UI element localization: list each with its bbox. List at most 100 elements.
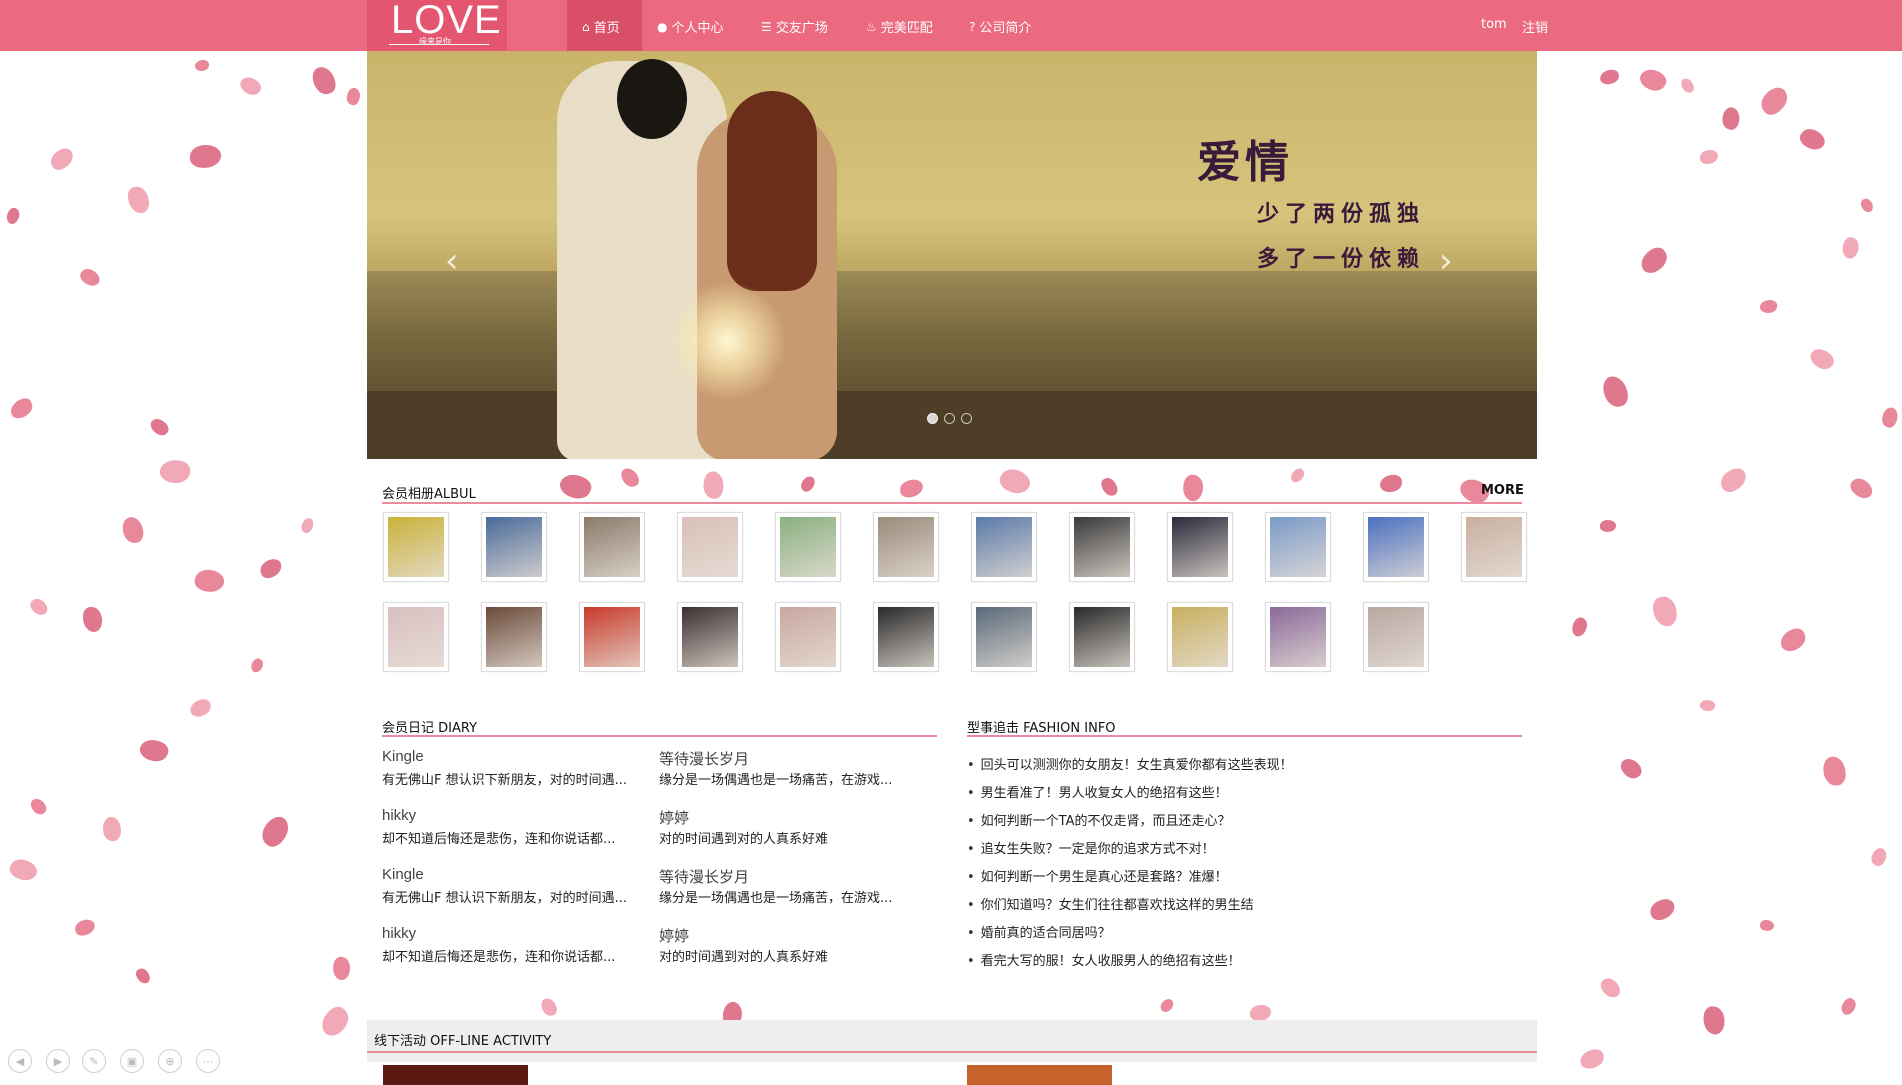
member-photo-thumbnail[interactable] (677, 512, 743, 582)
site-logo[interactable]: LOVE 缘来是你 (367, 0, 507, 51)
nav-item-profile[interactable]: ● 个人中心 (657, 17, 724, 37)
diary-excerpt[interactable]: 却不知道后悔还是悲伤，连和你说话都... (382, 828, 615, 847)
diary-excerpt[interactable]: 却不知道后悔还是悲伤，连和你说话都... (382, 946, 615, 965)
diary-title-underline (382, 735, 937, 737)
logo-arrow-decoration (389, 44, 489, 45)
member-photo-thumbnail[interactable] (775, 602, 841, 672)
banner-caption-line2: 多了一份依赖 (1257, 246, 1426, 272)
petal-decoration (1158, 996, 1176, 1015)
pen-icon[interactable]: ✎ (82, 1049, 106, 1073)
carousel-indicator[interactable] (944, 413, 955, 424)
nav-item-match[interactable]: ♨ 完美匹配 (866, 17, 933, 37)
petal-decoration (133, 966, 153, 986)
carousel-prev-button[interactable]: ‹ (445, 241, 459, 281)
fashion-news-item[interactable]: 回头可以测测你的女朋友！女生真爱你都有这些表现！ (967, 754, 1293, 773)
diary-excerpt[interactable]: 有无佛山F 想认识下新朋友，对的时间遇... (382, 769, 627, 788)
petal-decoration (7, 855, 40, 885)
member-photo (1466, 517, 1522, 577)
nav-item-home[interactable]: ⌂ 首页 (582, 17, 620, 37)
member-photo (780, 607, 836, 667)
diary-excerpt[interactable]: 有无佛山F 想认识下新朋友，对的时间遇... (382, 887, 627, 906)
album-more-link[interactable]: MORE (1481, 483, 1524, 498)
fashion-news-item[interactable]: 看完大写的服！女人收服男人的绝招有这些！ (967, 950, 1241, 969)
diary-author[interactable]: 等待漫长岁月 (659, 748, 749, 769)
petal-decoration (331, 955, 352, 982)
petal-decoration (1756, 83, 1793, 119)
member-photo-thumbnail[interactable] (1363, 512, 1429, 582)
member-photo-thumbnail[interactable] (1265, 602, 1331, 672)
diary-excerpt[interactable]: 缘分是一场偶遇也是一场痛苦，在游戏... (659, 887, 892, 906)
diary-excerpt[interactable]: 缘分是一场偶遇也是一场痛苦，在游戏... (659, 769, 892, 788)
offline-activity-image[interactable] (383, 1065, 528, 1085)
diary-author[interactable]: hikky (382, 925, 416, 942)
member-photo-thumbnail[interactable] (579, 602, 645, 672)
petal-decoration (1822, 755, 1847, 787)
member-photo-thumbnail[interactable] (579, 512, 645, 582)
member-photo-thumbnail[interactable] (383, 512, 449, 582)
fashion-news-item[interactable]: 追女生失败？一定是你的追求方式不对！ (967, 838, 1215, 857)
fashion-news-item[interactable]: 如何判断一个TA的不仅走肾，而且还走心？ (967, 810, 1231, 829)
member-photo-thumbnail[interactable] (971, 512, 1037, 582)
logout-link[interactable]: 注销 (1522, 17, 1548, 36)
diary-author[interactable]: hikky (382, 807, 416, 824)
nav-item-square[interactable]: ☰ 交友广场 (761, 17, 828, 37)
petal-decoration (1651, 595, 1679, 628)
diary-author[interactable]: Kingle (382, 866, 424, 883)
diary-excerpt[interactable]: 对的时间遇到对的人真系好难 (659, 828, 828, 847)
fashion-news-item[interactable]: 你们知道吗？女生们往往都喜欢找这样的男生结 (967, 894, 1254, 913)
carousel-indicator[interactable] (961, 413, 972, 424)
more-options-icon[interactable]: ⋯ (196, 1049, 220, 1073)
member-photo (1172, 607, 1228, 667)
member-photo-thumbnail[interactable] (677, 602, 743, 672)
petal-decoration (1099, 475, 1120, 499)
member-photo-thumbnail[interactable] (1069, 512, 1135, 582)
zoom-icon[interactable]: ⊕ (158, 1049, 182, 1073)
member-photo-thumbnail[interactable] (1167, 602, 1233, 672)
member-photo-thumbnail[interactable] (1167, 512, 1233, 582)
user-name-link[interactable]: tom (1481, 17, 1507, 32)
fashion-news-item[interactable]: 婚前真的适合同居吗？ (967, 922, 1111, 941)
member-photo-thumbnail[interactable] (775, 512, 841, 582)
nav-item-about[interactable]: ? 公司简介 (969, 17, 1031, 37)
member-photo-thumbnail[interactable] (873, 512, 939, 582)
home-icon: ⌂ (582, 19, 590, 34)
petal-decoration (1859, 197, 1875, 214)
member-photo-thumbnail[interactable] (481, 512, 547, 582)
fashion-news-item[interactable]: 如何判断一个男生是真心还是套路？准爆！ (967, 866, 1228, 885)
petal-decoration (1180, 473, 1206, 503)
petal-decoration (82, 606, 103, 633)
petal-decoration (188, 697, 213, 719)
play-icon[interactable]: ▶ (46, 1049, 70, 1073)
petal-decoration (1568, 615, 1591, 639)
member-photo-thumbnail[interactable] (1069, 602, 1135, 672)
offline-activity-image[interactable] (967, 1065, 1112, 1085)
diary-author[interactable]: 等待漫长岁月 (659, 866, 749, 887)
diary-author[interactable]: 婷婷 (659, 925, 689, 946)
petal-decoration (1249, 1004, 1272, 1022)
member-photo-thumbnail[interactable] (481, 602, 547, 672)
member-photo-thumbnail[interactable] (1461, 512, 1527, 582)
petal-decoration (618, 465, 642, 490)
diary-author[interactable]: 婷婷 (659, 807, 689, 828)
slides-icon[interactable]: ▣ (120, 1049, 144, 1073)
prev-slide-icon[interactable]: ◀ (8, 1049, 32, 1073)
diary-section-title: 会员日记 DIARY (382, 721, 478, 736)
banner-carousel: 爱情 少了两份孤独 多了一份依赖 ‹ › (367, 51, 1537, 459)
carousel-next-button[interactable]: › (1439, 241, 1453, 281)
petal-decoration (1599, 68, 1620, 86)
member-photo-thumbnail[interactable] (1265, 512, 1331, 582)
member-photo-thumbnail[interactable] (971, 602, 1037, 672)
member-photo (682, 607, 738, 667)
petal-decoration (257, 556, 285, 581)
petal-decoration (1879, 405, 1901, 430)
member-photo-thumbnail[interactable] (383, 602, 449, 672)
carousel-indicator[interactable] (927, 413, 938, 424)
member-photo-thumbnail[interactable] (873, 602, 939, 672)
carousel-indicators (927, 413, 972, 424)
member-photo-thumbnail[interactable] (1363, 602, 1429, 672)
petal-decoration (1703, 1006, 1725, 1035)
diary-excerpt[interactable]: 对的时间遇到对的人真系好难 (659, 946, 828, 965)
fashion-news-item[interactable]: 男生看准了！男人收复女人的绝招有这些！ (967, 782, 1228, 801)
diary-author[interactable]: Kingle (382, 748, 424, 765)
fashion-section-title: 型事追击 FASHION INFO (967, 721, 1116, 736)
